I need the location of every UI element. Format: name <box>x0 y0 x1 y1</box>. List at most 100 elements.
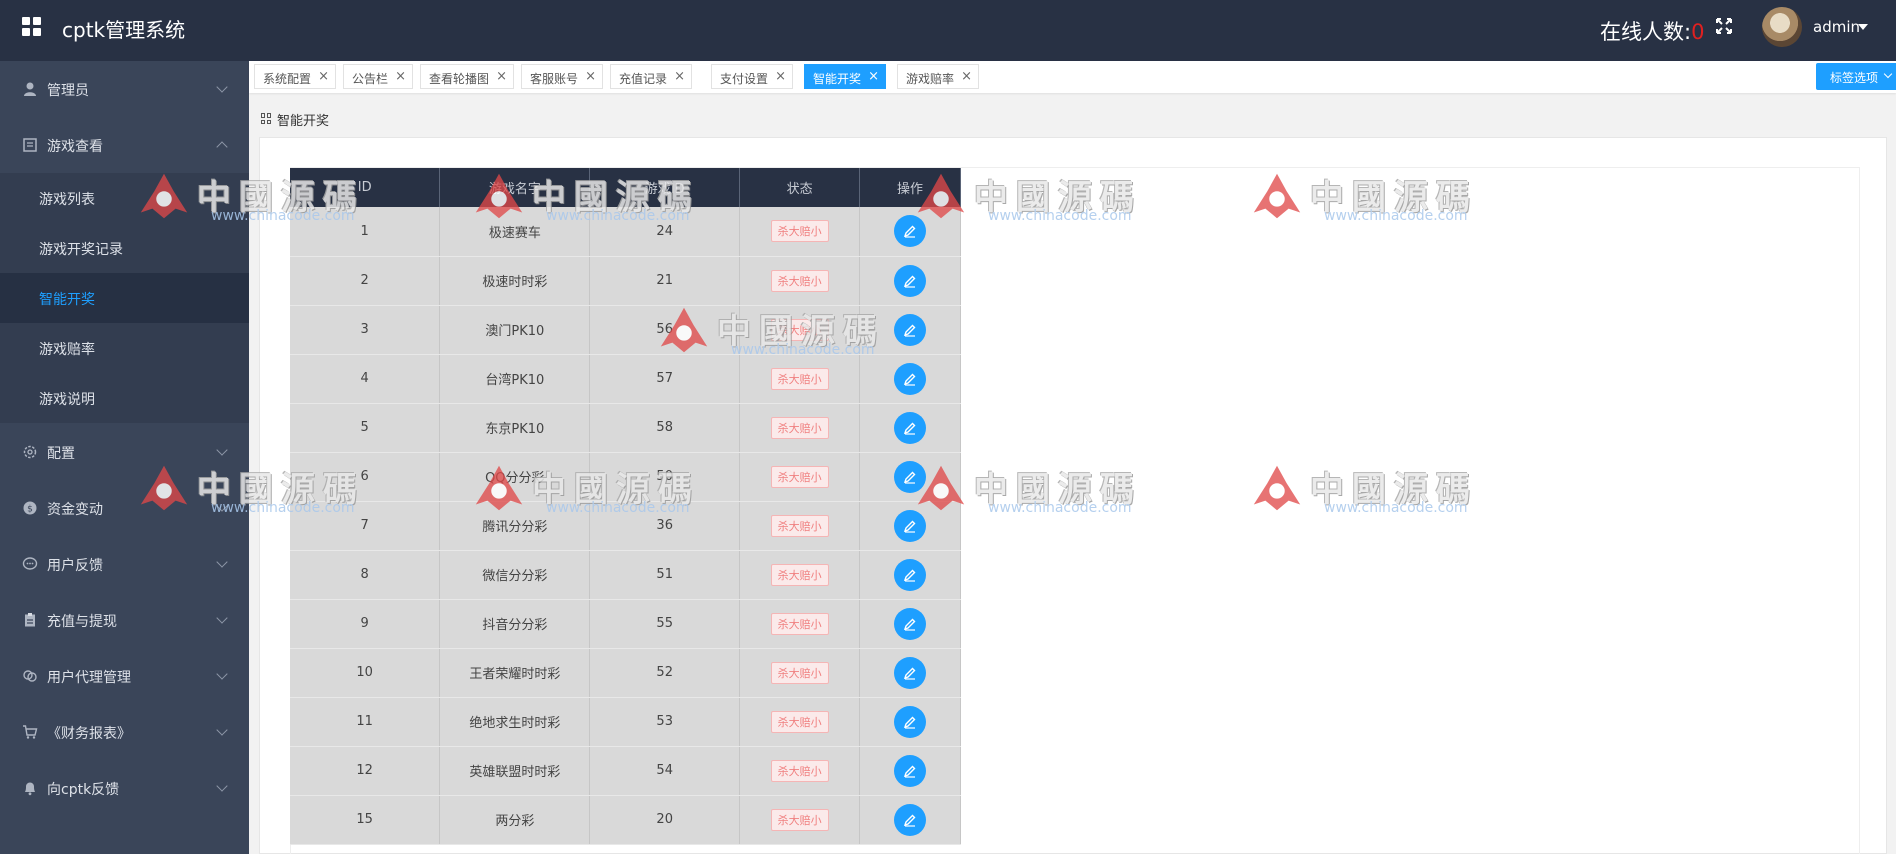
user-menu[interactable]: admin <box>1813 18 1860 36</box>
cell-status: 杀大赔小 <box>739 648 861 698</box>
cell-game-id: 20 <box>589 795 741 845</box>
status-badge: 杀大赔小 <box>770 318 829 341</box>
status-badge: 杀大赔小 <box>770 220 829 243</box>
game-table: ID 游戏名字 游戏ID 状态 操作 1 极速赛车 24 杀大赔小 2 极速时时彩 21 杀大… <box>290 168 961 845</box>
edit-button[interactable] <box>894 411 927 444</box>
cell-name: 英雄联盟时时彩 <box>439 746 591 796</box>
cell-game-id: 24 <box>589 207 741 257</box>
cell-game-id: 50 <box>589 452 741 502</box>
close-icon[interactable]: × <box>585 69 596 84</box>
app-grid-icon[interactable] <box>22 17 42 37</box>
online-users: 在线人数:0 <box>1600 16 1704 46</box>
tab-recharge-records[interactable]: 充值记录 × <box>610 64 692 89</box>
edit-button[interactable] <box>894 705 927 738</box>
cell-game-id: 57 <box>589 354 741 404</box>
edit-button[interactable] <box>894 656 927 689</box>
avatar[interactable] <box>1762 7 1802 47</box>
cell-id: 11 <box>290 697 441 747</box>
app-title: cptk管理系统 <box>62 18 186 42</box>
cell-id: 8 <box>290 550 441 600</box>
tab-carousel[interactable]: 查看轮播图 × <box>420 64 514 89</box>
sidebar-subitem-game-desc[interactable]: 游戏说明 <box>0 373 249 423</box>
edit-button[interactable] <box>894 754 927 787</box>
edit-button[interactable] <box>894 362 927 395</box>
edit-button[interactable] <box>894 803 927 836</box>
tab-options-button[interactable]: 标签选项 <box>1816 63 1896 90</box>
status-badge: 杀大赔小 <box>770 563 829 586</box>
table-row: 11 绝地求生时时彩 53 杀大赔小 <box>290 697 961 747</box>
close-icon[interactable]: × <box>496 69 507 84</box>
status-badge: 杀大赔小 <box>770 269 829 292</box>
close-icon[interactable]: × <box>961 69 972 84</box>
sidebar-item-finance[interactable]: 《财务报表》 <box>0 704 249 760</box>
chevron-down-icon <box>216 500 228 512</box>
edit-button[interactable] <box>894 509 927 542</box>
status-badge: 杀大赔小 <box>770 465 829 488</box>
tab-game-odds[interactable]: 游戏赔率 × <box>897 64 979 89</box>
cell-action <box>859 305 961 355</box>
status-badge: 杀大赔小 <box>770 710 829 733</box>
edit-button[interactable] <box>894 460 927 493</box>
chevron-down-icon[interactable] <box>1858 24 1868 30</box>
cell-name: 澳门PK10 <box>439 305 591 355</box>
table-row: 8 微信分分彩 51 杀大赔小 <box>290 550 961 600</box>
sidebar-item-game-view[interactable]: 游戏查看 <box>0 117 249 173</box>
cell-action <box>859 795 961 845</box>
tab-service-account[interactable]: 客服账号 × <box>521 64 603 89</box>
chevron-down-icon <box>216 612 228 624</box>
close-icon[interactable]: × <box>395 69 406 84</box>
close-icon[interactable]: × <box>868 69 879 84</box>
cell-name: 微信分分彩 <box>439 550 591 600</box>
sidebar-item-label: 管理员 <box>47 83 89 99</box>
edit-button[interactable] <box>894 558 927 591</box>
edit-button[interactable] <box>894 215 927 248</box>
clipboard-icon <box>25 613 35 627</box>
column-header-game-id[interactable]: 游戏ID <box>589 168 741 207</box>
sidebar-item-recharge[interactable]: 充值与提现 <box>0 592 249 648</box>
cell-game-id: 53 <box>589 697 741 747</box>
tab-system-config[interactable]: 系统配置 × <box>254 64 336 89</box>
sidebar-item-funds[interactable]: $ 资金变动 <box>0 480 249 536</box>
cell-status: 杀大赔小 <box>739 207 861 257</box>
tab-bar: 系统配置 × 公告栏 × 查看轮播图 × 客服账号 × 充值记录 × 支付设置 × 智能开奖… <box>249 61 1896 93</box>
sidebar-subitem-game-list[interactable]: 游戏列表 <box>0 173 249 223</box>
cell-action <box>859 550 961 600</box>
tab-notice[interactable]: 公告栏 × <box>343 64 413 89</box>
chevron-down-icon <box>216 780 228 792</box>
table-row: 1 极速赛车 24 杀大赔小 <box>290 207 961 257</box>
sidebar-item-config[interactable]: 配置 <box>0 424 249 480</box>
tab-smart-draw[interactable]: 智能开奖 × <box>804 64 886 89</box>
cell-id: 9 <box>290 599 441 649</box>
sidebar-item-agents[interactable]: 用户代理管理 <box>0 648 249 704</box>
column-header-id[interactable]: ID <box>290 168 441 207</box>
edit-button[interactable] <box>894 607 927 640</box>
status-badge: 杀大赔小 <box>770 416 829 439</box>
gear-icon <box>23 445 37 459</box>
cell-name: 极速赛车 <box>439 207 591 257</box>
cell-action <box>859 256 961 306</box>
sidebar-item-cptk-feedback[interactable]: 向cptk反馈 <box>0 760 249 816</box>
cell-id: 3 <box>290 305 441 355</box>
sidebar-subitem-game-odds[interactable]: 游戏赔率 <box>0 323 249 373</box>
cell-action <box>859 403 961 453</box>
sidebar-item-label: 用户反馈 <box>47 558 103 574</box>
top-header: cptk管理系统 在线人数:0 admin <box>0 0 1896 61</box>
column-header-name[interactable]: 游戏名字 <box>439 168 591 207</box>
table-row: 6 QQ分分彩 50 杀大赔小 <box>290 452 961 502</box>
tab-payment-settings[interactable]: 支付设置 × <box>711 64 793 89</box>
sidebar-subitem-smart-draw[interactable]: 智能开奖 <box>0 273 249 323</box>
sidebar-subitem-draw-records[interactable]: 游戏开奖记录 <box>0 223 249 273</box>
sidebar-item-admin[interactable]: 管理员 <box>0 61 249 117</box>
column-header-status[interactable]: 状态 <box>739 168 861 207</box>
table-row: 12 英雄联盟时时彩 54 杀大赔小 <box>290 746 961 796</box>
sidebar-item-feedback[interactable]: 用户反馈 <box>0 536 249 592</box>
fullscreen-icon[interactable] <box>1714 16 1734 36</box>
edit-button[interactable] <box>894 264 927 297</box>
edit-button[interactable] <box>894 313 927 346</box>
chevron-down-icon <box>1883 69 1893 79</box>
close-icon[interactable]: × <box>674 69 685 84</box>
cell-status: 杀大赔小 <box>739 795 861 845</box>
close-icon[interactable]: × <box>775 69 786 84</box>
close-icon[interactable]: × <box>318 69 329 84</box>
cell-status: 杀大赔小 <box>739 599 861 649</box>
